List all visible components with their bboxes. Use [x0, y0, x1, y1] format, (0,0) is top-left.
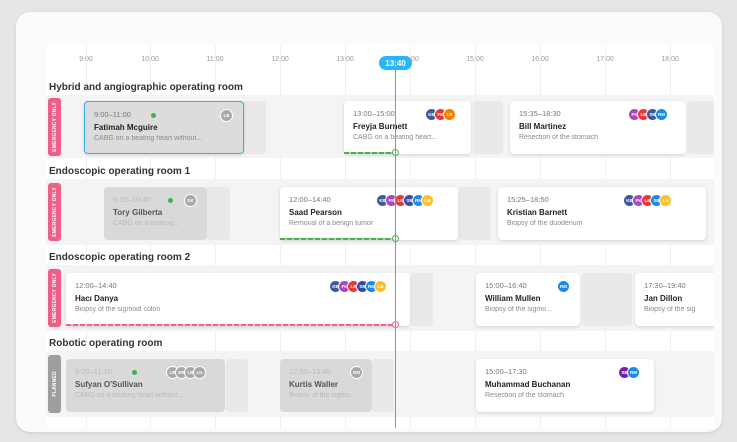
schedule-panel: 9:00 10:00 11:00 12:00 13:00 14:00 15:00…	[46, 45, 714, 428]
procedure-desc: CABG on a beating heart...	[353, 134, 438, 141]
team-avatars: RM	[557, 280, 570, 293]
avatar[interactable]: LB	[443, 108, 456, 121]
card-time: 15:00–17:30	[485, 367, 527, 376]
progress-bar	[280, 238, 395, 240]
patient-name: William Mullen	[485, 294, 541, 303]
surgery-card[interactable]: 12:50–13:40 Kurtis Waller Biopsy of the …	[280, 359, 372, 412]
surgery-card[interactable]: 13:00–15:00 Freyja Burnett CABG on a bea…	[344, 101, 471, 154]
turnover-gap	[688, 101, 714, 154]
avatar[interactable]: RM	[655, 108, 668, 121]
procedure-desc: Removal of a benign tumor	[289, 220, 374, 227]
team-avatars: KB FK LB SB RM LB	[376, 194, 434, 207]
room-title: Robotic operating room	[49, 338, 163, 349]
room-title: Endoscopic operating room 1	[49, 166, 191, 177]
card-time: 17:30–19:40	[644, 281, 686, 290]
procedure-desc: CABG on a beating heart without...	[75, 392, 184, 399]
current-time-badge[interactable]: 13:40	[379, 56, 412, 70]
procedure-desc: Biopsy of the sigmo...	[485, 306, 552, 313]
procedure-desc: Resection of the stomach	[485, 392, 564, 399]
surgery-card[interactable]: 17:30–19:40 Jan Dillon Biopsy of the sig	[635, 273, 714, 326]
team-avatars: KB FK LB	[425, 108, 456, 121]
turnover-gap	[582, 273, 632, 326]
turnover-gap	[241, 101, 266, 154]
current-time-line	[395, 63, 396, 428]
patient-name: Bill Martinez	[519, 122, 567, 131]
avatar[interactable]: LN	[193, 366, 206, 379]
team-avatars: RM	[350, 366, 363, 379]
turnover-gap	[459, 187, 491, 240]
room-tag: EMERGENCY ONLY	[48, 183, 61, 241]
avatar[interactable]: LN	[659, 194, 672, 207]
procedure-desc: Biopsy of the sigmo...	[289, 392, 356, 399]
patient-name: Jan Dillon	[644, 294, 683, 303]
card-time: 9:20–11:10	[75, 367, 112, 376]
progress-bar	[66, 324, 395, 326]
card-time: 15:25–18:50	[507, 195, 549, 204]
team-avatars: KB FK LB SB LN	[623, 194, 672, 207]
status-dot	[151, 113, 156, 118]
surgery-card[interactable]: 9:10–10:40 Tory Gilberta CABG on a beati…	[104, 187, 207, 240]
patient-name: Kurtis Waller	[289, 380, 339, 389]
team-avatars: LB	[220, 109, 233, 122]
status-dot	[132, 370, 137, 375]
surgery-card[interactable]: 9:00–11:00 Fatimah Mcguire CABG on a bea…	[84, 101, 244, 154]
surgery-card[interactable]: 9:20–11:10 Sufyan O'Sullivan CABG on a b…	[66, 359, 225, 412]
surgery-card[interactable]: 12:00–14:40 Saad Pearson Removal of a be…	[280, 187, 458, 240]
team-avatars: KB FK LB SB RM LB	[329, 280, 387, 293]
procedure-desc: CABG on a beating...	[113, 220, 180, 227]
patient-name: Sufyan O'Sullivan	[75, 380, 143, 389]
team-avatars: SB RM	[618, 366, 640, 379]
patient-name: Saad Pearson	[289, 208, 342, 217]
surgery-card[interactable]: 15:00–17:30 Muhammad Buchanan Resection …	[476, 359, 654, 412]
room-tag: EMERGENCY ONLY	[48, 98, 61, 156]
procedure-desc: Biopsy of the sigmoid colon	[75, 306, 161, 313]
avatar[interactable]: LB	[374, 280, 387, 293]
procedure-desc: Biopsy of the duodenum	[507, 220, 583, 227]
turnover-gap	[473, 101, 503, 154]
avatar[interactable]: LB	[421, 194, 434, 207]
surgery-card[interactable]: 12:00–14:40 Hacı Danya Biopsy of the sig…	[66, 273, 410, 326]
surgery-card[interactable]: 15:35–18:30 Bill Martinez Resection of t…	[510, 101, 686, 154]
turnover-gap	[226, 359, 248, 412]
avatar[interactable]: RM	[350, 366, 363, 379]
room-tag: EMERGENCY ONLY	[48, 269, 61, 327]
patient-name: Kristian Barnett	[507, 208, 568, 217]
card-time: 15:35–18:30	[519, 109, 561, 118]
card-time: 9:10–10:40	[113, 195, 151, 204]
team-avatars: LB DR LB LN	[166, 366, 206, 379]
turnover-gap	[411, 273, 433, 326]
procedure-desc: CABG on a beating heart without...	[94, 135, 203, 142]
room-title: Hybrid and angiographic operating room	[49, 82, 243, 93]
card-time: 13:00–15:00	[353, 109, 395, 118]
progress-bar	[344, 152, 395, 154]
card-time: 12:00–14:40	[75, 281, 117, 290]
patient-name: Hacı Danya	[75, 294, 119, 303]
turnover-gap	[206, 187, 230, 240]
team-avatars: DK	[184, 194, 197, 207]
surgery-card[interactable]: 15:00–16:40 William Mullen Biopsy of the…	[476, 273, 580, 326]
card-time: 15:00–16:40	[485, 281, 527, 290]
procedure-desc: Resection of the stomach	[519, 134, 598, 141]
procedure-desc: Biopsy of the sig	[644, 306, 696, 313]
avatar[interactable]: LB	[220, 109, 233, 122]
avatar[interactable]: DK	[184, 194, 197, 207]
team-avatars: FK LB SB RM	[628, 108, 668, 121]
avatar[interactable]: RM	[557, 280, 570, 293]
patient-name: Muhammad Buchanan	[485, 380, 571, 389]
patient-name: Fatimah Mcguire	[94, 123, 158, 132]
room-title: Endoscopic operating room 2	[49, 252, 191, 263]
card-time: 9:00–11:00	[94, 110, 131, 119]
card-time: 12:00–14:40	[289, 195, 331, 204]
patient-name: Freyja Burnett	[353, 122, 408, 131]
room-tag: PLANNED	[48, 355, 61, 413]
avatar[interactable]: RM	[627, 366, 640, 379]
surgery-card[interactable]: 15:25–18:50 Kristian Barnett Biopsy of t…	[498, 187, 706, 240]
status-dot	[168, 198, 173, 203]
patient-name: Tory Gilberta	[113, 208, 163, 217]
card-time: 12:50–13:40	[289, 367, 331, 376]
turnover-gap	[372, 359, 394, 412]
